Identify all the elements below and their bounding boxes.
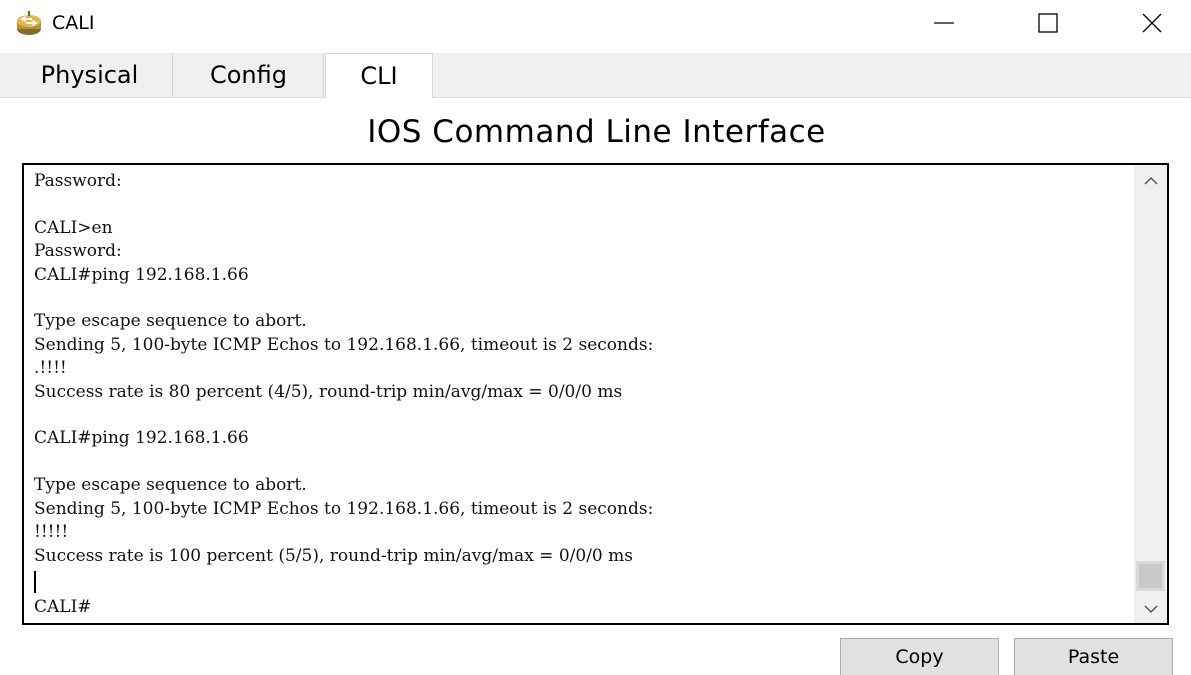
title-bar: CALI xyxy=(0,0,1191,50)
scroll-thumb[interactable] xyxy=(1136,561,1165,591)
tab-physical[interactable]: Physical xyxy=(7,53,173,97)
tab-cli[interactable]: CLI xyxy=(325,53,433,98)
vertical-scrollbar[interactable] xyxy=(1134,165,1167,623)
maximize-button[interactable] xyxy=(1017,0,1079,50)
console-line: !!!!! xyxy=(34,522,69,543)
minimize-icon xyxy=(933,12,955,38)
window-title: CALI xyxy=(52,12,95,34)
cli-console[interactable]: Password: CALI>en Password: CALI#ping 192.… xyxy=(22,163,1169,625)
tab-strip: Physical Config CLI xyxy=(0,53,1191,98)
console-line: Password: xyxy=(34,171,122,191)
console-output: Password: CALI>en Password: CALI#ping 192.… xyxy=(34,170,1127,568)
console-line: Sending 5, 100-byte ICMP Echos to 192.16… xyxy=(34,334,654,355)
page-title-text: IOS Command Line Interface xyxy=(367,114,826,150)
console-line: CALI#ping 192.168.1.66 xyxy=(34,428,249,449)
scroll-down-button[interactable] xyxy=(1134,593,1167,623)
close-button[interactable] xyxy=(1121,0,1183,50)
tab-config[interactable]: Config xyxy=(174,53,324,97)
close-icon xyxy=(1141,12,1163,38)
chevron-down-icon xyxy=(1143,599,1158,618)
text-cursor xyxy=(34,571,36,593)
minimize-button[interactable] xyxy=(913,0,975,50)
console-line: Success rate is 80 percent (4/5), round-… xyxy=(34,381,623,402)
console-line: .!!!! xyxy=(34,358,67,379)
console-line: Type escape sequence to abort. xyxy=(34,311,307,332)
page-title: IOS Command Line Interface xyxy=(0,114,1191,150)
console-line: CALI>en xyxy=(34,217,113,238)
copy-button[interactable]: Copy xyxy=(840,638,999,675)
console-line: CALI#ping 192.168.1.66 xyxy=(34,264,249,285)
maximize-icon xyxy=(1037,12,1059,38)
console-line: Sending 5, 100-byte ICMP Echos to 192.16… xyxy=(34,498,654,519)
console-line: Type escape sequence to abort. xyxy=(34,475,307,496)
console-line: Success rate is 100 percent (5/5), round… xyxy=(34,545,633,566)
router-device-icon xyxy=(14,9,44,37)
console-prompt: CALI# xyxy=(34,597,92,617)
scroll-up-button[interactable] xyxy=(1134,165,1167,195)
console-line: Password: xyxy=(34,241,122,262)
paste-button[interactable]: Paste xyxy=(1014,638,1173,675)
chevron-up-icon xyxy=(1143,171,1158,190)
